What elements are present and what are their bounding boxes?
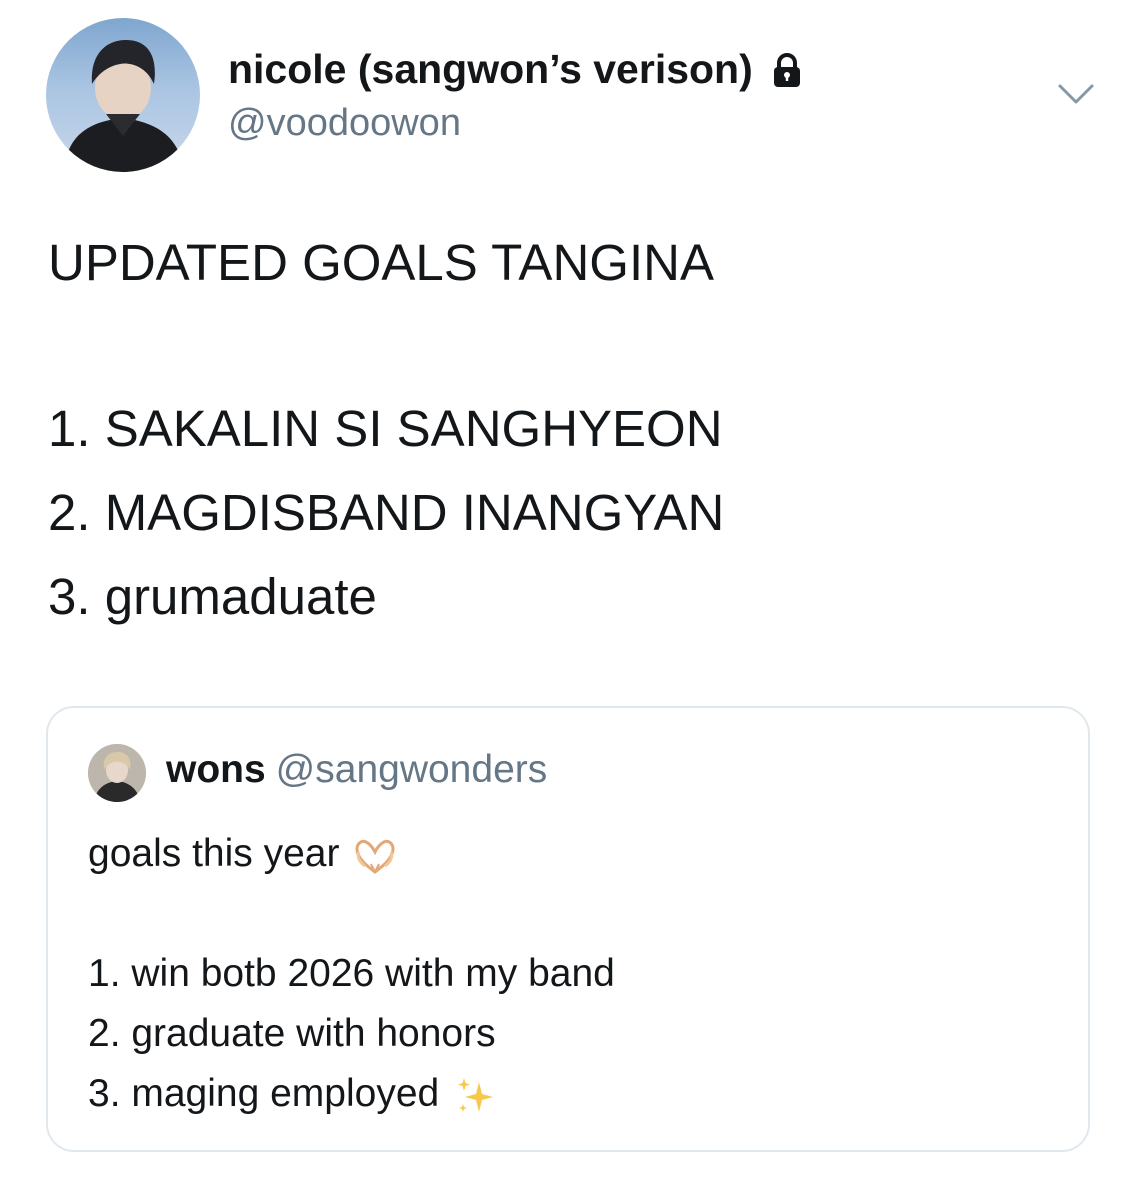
quoted-author-handle[interactable]: @sangwonders xyxy=(276,748,548,791)
tweet-line: UPDATED GOALS TANGINA xyxy=(48,234,714,291)
heart-hands-emoji-icon xyxy=(353,834,397,874)
chevron-down-icon[interactable] xyxy=(1056,78,1096,108)
quoted-tweet-line: goals this year xyxy=(88,832,340,875)
quoted-tweet-body: goals this year 1. win botb 2026 with my… xyxy=(88,824,615,1124)
quoted-tweet-line: 3. maging employed xyxy=(88,1072,440,1115)
tweet-line: 1. SAKALIN SI SANGHYEON xyxy=(48,400,723,457)
quoted-tweet-line: 2. graduate with honors xyxy=(88,1012,496,1055)
quoted-tweet-line: 1. win botb 2026 with my band xyxy=(88,952,615,995)
profile-photo-icon xyxy=(88,744,146,802)
author-name-text: nicole (sangwon’s verison) xyxy=(228,46,753,92)
author-avatar[interactable] xyxy=(46,18,200,172)
tweet-line: 2. MAGDISBAND INANGYAN xyxy=(48,484,725,541)
tweet-line: 3. grumaduate xyxy=(48,568,377,625)
quoted-tweet-card[interactable]: wons @sangwonders goals this year 1. win … xyxy=(46,706,1090,1152)
quoted-tweet-line-container: 3. maging employed xyxy=(88,1064,615,1124)
author-display-name[interactable]: nicole (sangwon’s verison) xyxy=(228,46,807,93)
tweet-body: UPDATED GOALS TANGINA 1. SAKALIN SI SANG… xyxy=(48,232,724,628)
quoted-author-avatar[interactable] xyxy=(88,744,146,802)
quoted-tweet-blank-line xyxy=(88,884,615,944)
quoted-tweet-line-container: goals this year xyxy=(88,824,615,884)
quoted-tweet-header: wons @sangwonders xyxy=(166,748,547,792)
quoted-author-name[interactable]: wons xyxy=(166,748,266,791)
lock-icon xyxy=(767,50,807,90)
sparkles-emoji-icon xyxy=(453,1074,497,1114)
author-handle[interactable]: @voodoowon xyxy=(228,102,461,145)
profile-photo-icon xyxy=(64,40,184,172)
